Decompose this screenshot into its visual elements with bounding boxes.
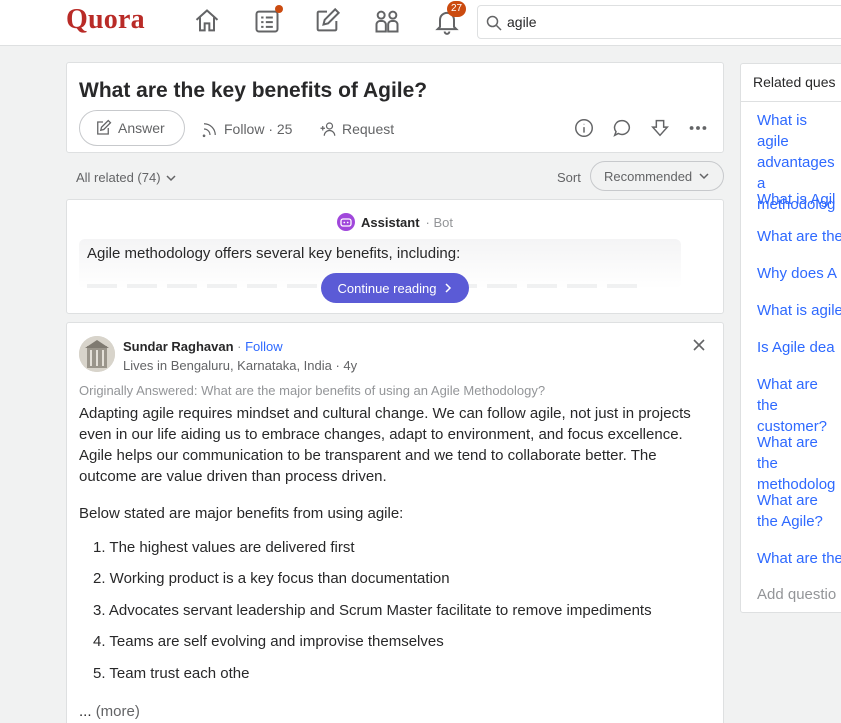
author-avatar[interactable] xyxy=(79,336,115,372)
list-item: 1. The highest values are delivered firs… xyxy=(93,539,355,556)
bot-avatar-icon xyxy=(337,213,355,231)
sort-value: Recommended xyxy=(604,168,693,184)
downvote-icon[interactable] xyxy=(649,117,673,141)
follow-question-button[interactable]: Follow · 25 xyxy=(201,120,292,138)
related-question-link[interactable]: What is Agil xyxy=(757,189,841,210)
list-item: 4. Teams are self evolving and improvise… xyxy=(93,633,444,650)
follow-author-link[interactable]: Follow xyxy=(245,339,283,354)
bot-tag: · Bot xyxy=(425,214,453,230)
related-question-link[interactable]: What are the methodolog xyxy=(757,432,841,495)
ellipsis: ... xyxy=(79,703,92,720)
chevron-right-icon xyxy=(444,283,451,293)
close-icon[interactable] xyxy=(691,337,707,353)
answer-paragraph-1: Adapting agile requires mindset and cult… xyxy=(79,405,691,485)
related-questions-heading: Related ques xyxy=(753,74,836,90)
answer-button[interactable]: Answer xyxy=(79,110,185,146)
notifications-icon[interactable]: 27 xyxy=(433,1,467,37)
list-item: 3. Advocates servant leadership and Scru… xyxy=(93,602,652,619)
answer-card: Sundar Raghavan · Follow Lives in Bengal… xyxy=(66,322,724,723)
top-navigation-bar: Quora 27 xyxy=(0,0,841,46)
question-actions xyxy=(573,117,711,141)
request-button[interactable]: Request xyxy=(319,120,394,138)
related-question-link[interactable]: What are the Agile? xyxy=(757,490,841,532)
search-input[interactable] xyxy=(507,12,807,32)
list-item: 5. Team trust each othe xyxy=(93,665,250,682)
comment-icon[interactable] xyxy=(611,117,635,141)
search-bar[interactable] xyxy=(477,5,841,39)
related-questions-card: Related ques What is agile advantages a … xyxy=(740,63,841,613)
author-line: Sundar Raghavan · Follow xyxy=(123,339,283,354)
quora-logo[interactable]: Quora xyxy=(66,4,145,36)
request-user-icon xyxy=(320,122,336,136)
sort-dropdown[interactable]: Recommended xyxy=(590,161,724,191)
request-label: Request xyxy=(342,121,395,137)
continue-reading-label: Continue reading xyxy=(337,280,437,296)
home-icon[interactable] xyxy=(193,7,223,37)
assistant-card: Assistant · Bot Agile methodology offers… xyxy=(66,199,724,314)
following-icon[interactable] xyxy=(253,5,283,37)
spaces-icon[interactable] xyxy=(373,7,403,37)
question-card: What are the key benefits of Agile? Answ… xyxy=(66,62,724,153)
related-question-link[interactable]: What are the customer? xyxy=(757,374,841,437)
all-related-filter[interactable]: All related (74) xyxy=(76,170,177,185)
originally-answered[interactable]: Originally Answered: What are the major … xyxy=(79,383,545,398)
sort-label: Sort xyxy=(557,170,581,185)
answer-paragraph-2: Below stated are major benefits from usi… xyxy=(79,505,404,522)
follow-rss-icon xyxy=(202,123,216,138)
divider xyxy=(741,101,841,102)
related-question-link[interactable]: Is Agile dea xyxy=(757,337,841,358)
answer-label: Answer xyxy=(118,120,165,136)
question-title[interactable]: What are the key benefits of Agile? xyxy=(79,79,427,103)
list-item: 2. Working product is a key focus than d… xyxy=(93,570,450,587)
notifications-badge: 27 xyxy=(447,1,467,17)
info-icon[interactable] xyxy=(573,117,597,141)
search-icon xyxy=(486,15,502,31)
pencil-icon xyxy=(97,119,112,135)
all-related-label: All related (74) xyxy=(76,170,161,185)
related-question-link[interactable]: What are the xyxy=(757,226,841,247)
read-more[interactable]: ... (more) xyxy=(79,703,140,720)
more-link[interactable]: (more) xyxy=(96,703,140,720)
related-question-link[interactable]: Why does A xyxy=(757,263,841,284)
continue-reading-button[interactable]: Continue reading xyxy=(321,273,469,303)
author-credential: Lives in Bengaluru, Karnataka, India · 4… xyxy=(123,358,358,373)
author-name[interactable]: Sundar Raghavan xyxy=(123,339,234,354)
assistant-name[interactable]: Assistant xyxy=(361,215,420,230)
answer-edit-icon[interactable] xyxy=(313,7,343,37)
assistant-header: Assistant · Bot xyxy=(67,213,723,231)
related-question-link[interactable]: What are the xyxy=(757,548,841,569)
related-question-link[interactable]: What is agile xyxy=(757,300,841,321)
new-content-dot xyxy=(275,5,283,13)
follow-label: Follow · 25 xyxy=(224,121,293,137)
chevron-down-icon xyxy=(166,174,176,181)
more-options-icon[interactable] xyxy=(687,117,711,141)
chevron-down-icon xyxy=(699,173,709,180)
add-question-link[interactable]: Add questio xyxy=(757,586,836,603)
